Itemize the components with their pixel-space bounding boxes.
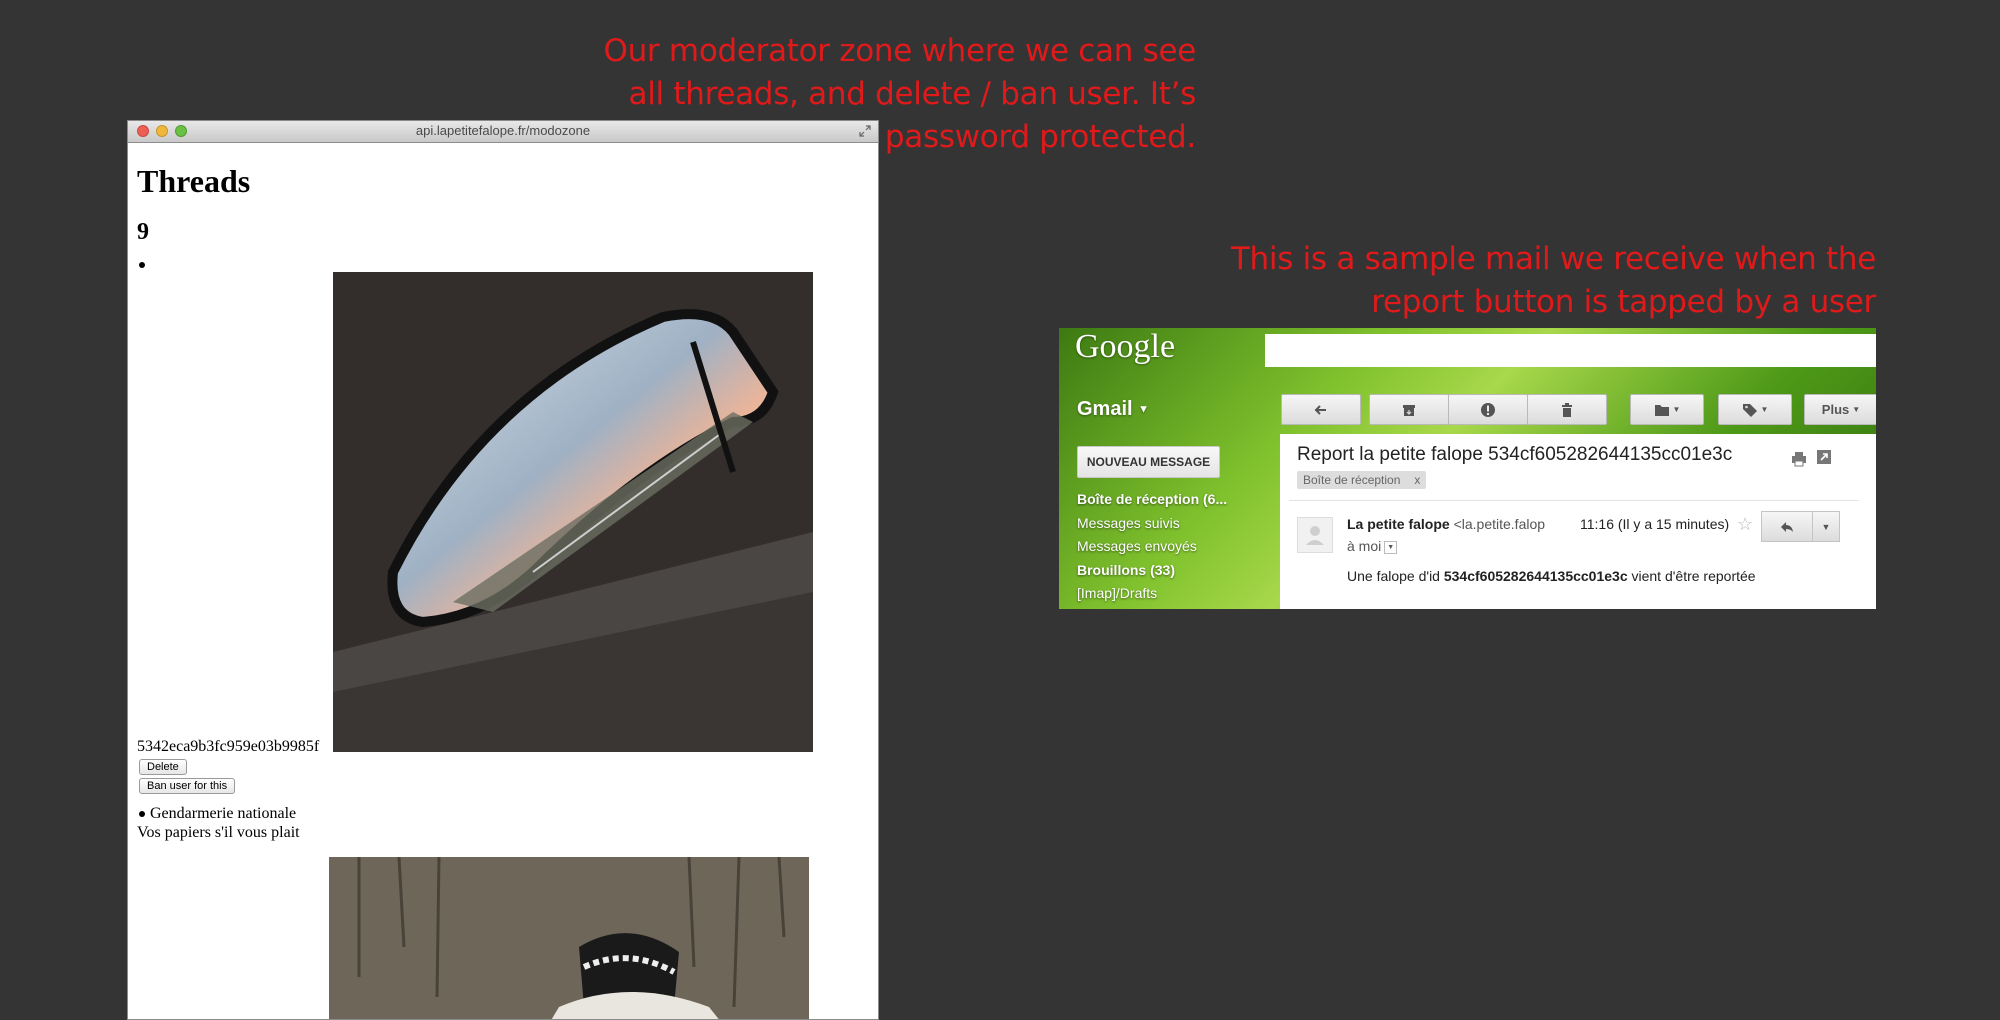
chevron-down-icon: ▼ bbox=[1138, 403, 1150, 416]
label-tag-icon bbox=[1742, 403, 1757, 417]
sender: La petite falope <la.petite.falop bbox=[1347, 516, 1545, 532]
nav-item-sent[interactable]: Messages envoyés bbox=[1077, 535, 1227, 559]
star-icon[interactable]: ☆ bbox=[1737, 514, 1753, 535]
bullet-icon bbox=[139, 262, 145, 269]
message-body: Une falope d'id 534cf605282644135cc01e3c… bbox=[1347, 568, 1756, 584]
trash-icon bbox=[1562, 402, 1572, 417]
car-window-sunset-photo bbox=[333, 272, 813, 752]
remove-label-button[interactable]: x bbox=[1414, 473, 1420, 487]
google-logo: Google bbox=[1075, 328, 1176, 365]
thread-text: Vos papiers s'il vous plait bbox=[137, 824, 300, 841]
fullscreen-icon[interactable] bbox=[858, 124, 872, 138]
browser-window: api.lapetitefalope.fr/modozone Threads 9 bbox=[127, 120, 879, 1020]
report-spam-button[interactable] bbox=[1448, 394, 1528, 425]
thread-item: 5342eca9b3fc959e03b9985f bbox=[137, 272, 869, 756]
nav-item-imap-drafts[interactable]: [Imap]/Drafts bbox=[1077, 582, 1227, 606]
gmail-nav: Boîte de réception (6... Messages suivis… bbox=[1077, 488, 1227, 606]
gmail-label: Gmail bbox=[1077, 398, 1133, 420]
search-input[interactable] bbox=[1265, 334, 1876, 367]
message-subject: Report la petite falope 534cf60528264413… bbox=[1297, 444, 1733, 465]
default-avatar-icon bbox=[1306, 526, 1324, 545]
message-pane: Report la petite falope 534cf60528264413… bbox=[1280, 434, 1876, 609]
bullet-icon bbox=[139, 811, 145, 817]
thread-title: Gendarmerie nationale bbox=[150, 805, 297, 822]
delete-button[interactable]: Delete bbox=[139, 759, 187, 775]
gmail-menu-button[interactable]: Gmail ▼ bbox=[1077, 398, 1149, 421]
gmail-header: Google bbox=[1059, 328, 1876, 388]
delete-mail-button[interactable] bbox=[1527, 394, 1607, 425]
compose-button[interactable]: NOUVEAU MESSAGE bbox=[1077, 446, 1220, 478]
avatar bbox=[1297, 517, 1333, 553]
gendarme-illustration-photo bbox=[329, 857, 809, 1019]
nav-item-drafts[interactable]: Brouillons (33) bbox=[1077, 559, 1227, 583]
thread-count: 9 bbox=[137, 219, 149, 245]
reply-button[interactable] bbox=[1761, 511, 1813, 542]
ban-user-button[interactable]: Ban user for this bbox=[139, 778, 236, 794]
move-to-button[interactable]: ▼ bbox=[1630, 394, 1704, 425]
labels-button[interactable]: ▼ bbox=[1718, 394, 1792, 425]
thread-photo-car-window bbox=[333, 272, 813, 752]
divider bbox=[1289, 500, 1859, 501]
thread-id: 5342eca9b3fc959e03b9985f bbox=[137, 738, 320, 755]
folder-icon bbox=[1654, 404, 1669, 416]
gmail-window: Google Gmail ▼ ▼ ▼ Plus ▼ NOUVEAU MESSAG… bbox=[1059, 328, 1876, 609]
new-window-icon[interactable] bbox=[1816, 449, 1832, 465]
thread-photo-gendarme bbox=[329, 857, 809, 1019]
chevron-down-icon: ▼ bbox=[1852, 405, 1861, 414]
chevron-down-icon: ▼ bbox=[1672, 405, 1681, 414]
list-item bbox=[137, 256, 869, 272]
recipient-label: à moi bbox=[1347, 538, 1382, 554]
archive-button[interactable] bbox=[1369, 394, 1449, 425]
back-arrow-icon bbox=[1314, 404, 1326, 415]
window-title-url: api.lapetitefalope.fr/modozone bbox=[415, 123, 591, 138]
annotation-sample-mail: This is a sample mail we receive when th… bbox=[1230, 241, 1876, 320]
message-more-button[interactable]: ▼ bbox=[1812, 511, 1840, 542]
nav-item-inbox[interactable]: Boîte de réception (6... bbox=[1077, 488, 1227, 512]
thread-item: Gendarmerie nationale Vos papiers s'il v… bbox=[137, 804, 869, 842]
label-chip: Boîte de réception x bbox=[1297, 471, 1427, 489]
archive-icon bbox=[1403, 404, 1415, 416]
body-id: 534cf605282644135cc01e3c bbox=[1443, 568, 1628, 584]
chevron-down-icon: ▼ bbox=[1760, 405, 1769, 414]
spam-icon bbox=[1481, 402, 1495, 417]
back-button[interactable] bbox=[1281, 394, 1361, 425]
sender-name: La petite falope bbox=[1347, 516, 1450, 532]
label-chip-text: Boîte de réception bbox=[1303, 473, 1401, 487]
sender-email: <la.petite.falop bbox=[1453, 516, 1546, 532]
more-button[interactable]: Plus ▼ bbox=[1804, 394, 1876, 425]
print-icon[interactable] bbox=[1791, 451, 1807, 467]
more-label: Plus bbox=[1821, 402, 1850, 417]
modozone-page: Threads 9 5342eca9b3fc959e03b9985f Delet… bbox=[128, 162, 878, 842]
body-prefix: Une falope d'id bbox=[1347, 568, 1444, 584]
chevron-down-icon[interactable]: ▼ bbox=[1384, 540, 1398, 554]
chevron-down-icon: ▼ bbox=[1821, 521, 1831, 532]
reply-icon bbox=[1781, 521, 1793, 532]
window-titlebar: api.lapetitefalope.fr/modozone bbox=[128, 121, 878, 143]
page-title: Threads bbox=[137, 163, 251, 199]
body-suffix: vient d'être reportée bbox=[1627, 568, 1756, 584]
nav-item-starred[interactable]: Messages suivis bbox=[1077, 512, 1227, 536]
recipient: à moi ▼ bbox=[1347, 538, 1398, 554]
message-time: 11:16 (Il y a 15 minutes) bbox=[1580, 516, 1730, 532]
